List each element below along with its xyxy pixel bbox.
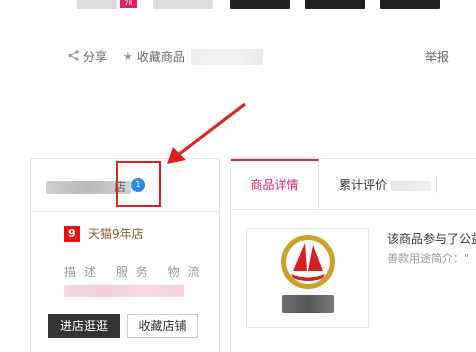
share-favorite-row: 分享 ★ 收藏商品: [68, 48, 279, 65]
charity-promo-subtitle: 善款用途简介：": [387, 252, 470, 265]
tab-reviews-label: 累计评价: [339, 178, 388, 192]
tab-divider: [436, 177, 437, 193]
review-count-blurred: [391, 180, 432, 191]
charity-logo-text-blurred: [282, 295, 334, 313]
tmall-years-badge: 9: [64, 225, 80, 242]
detail-tab-bar: 商品详情 累计评价: [231, 159, 476, 210]
shop-rating-values-blurred: [64, 285, 184, 297]
thumbnail-strip: 78: [0, 0, 476, 12]
tab-item-details[interactable]: 商品详情: [231, 159, 319, 209]
tab-reviews[interactable]: 累计评价: [339, 176, 432, 193]
star-icon: ★: [123, 50, 133, 63]
favorite-item-link[interactable]: ★ 收藏商品: [123, 48, 263, 65]
thumbnail[interactable]: [230, 0, 290, 9]
thumbnail-badge: 78: [120, 0, 137, 8]
share-link[interactable]: 分享: [68, 48, 107, 65]
report-link[interactable]: 举报: [425, 48, 449, 65]
enter-shop-button[interactable]: 进店逛逛: [48, 314, 120, 338]
tmall-years-text: 天猫9年店: [88, 227, 144, 241]
favorite-item-label: 收藏商品: [136, 50, 185, 64]
charity-promo-title: 该商品参与了公益: [387, 232, 476, 246]
shop-name-suffix: 店: [114, 180, 127, 194]
thumbnail[interactable]: [153, 0, 213, 9]
charity-logo-card[interactable]: [246, 228, 369, 328]
share-icon: [68, 49, 79, 64]
favorite-count-blurred: [190, 48, 263, 65]
shop-rating-labels: 描述 服务 物流: [64, 265, 208, 279]
share-label: 分享: [83, 50, 108, 64]
thumbnail[interactable]: [380, 0, 440, 9]
thumbnail[interactable]: [77, 0, 117, 9]
thumbnail[interactable]: [305, 0, 365, 9]
charity-promo: 该商品参与了公益 善款用途简介：": [246, 224, 476, 336]
tmall-years-row: 9 天猫9年店: [64, 225, 144, 242]
favorite-shop-button[interactable]: 收藏店铺: [127, 314, 198, 338]
